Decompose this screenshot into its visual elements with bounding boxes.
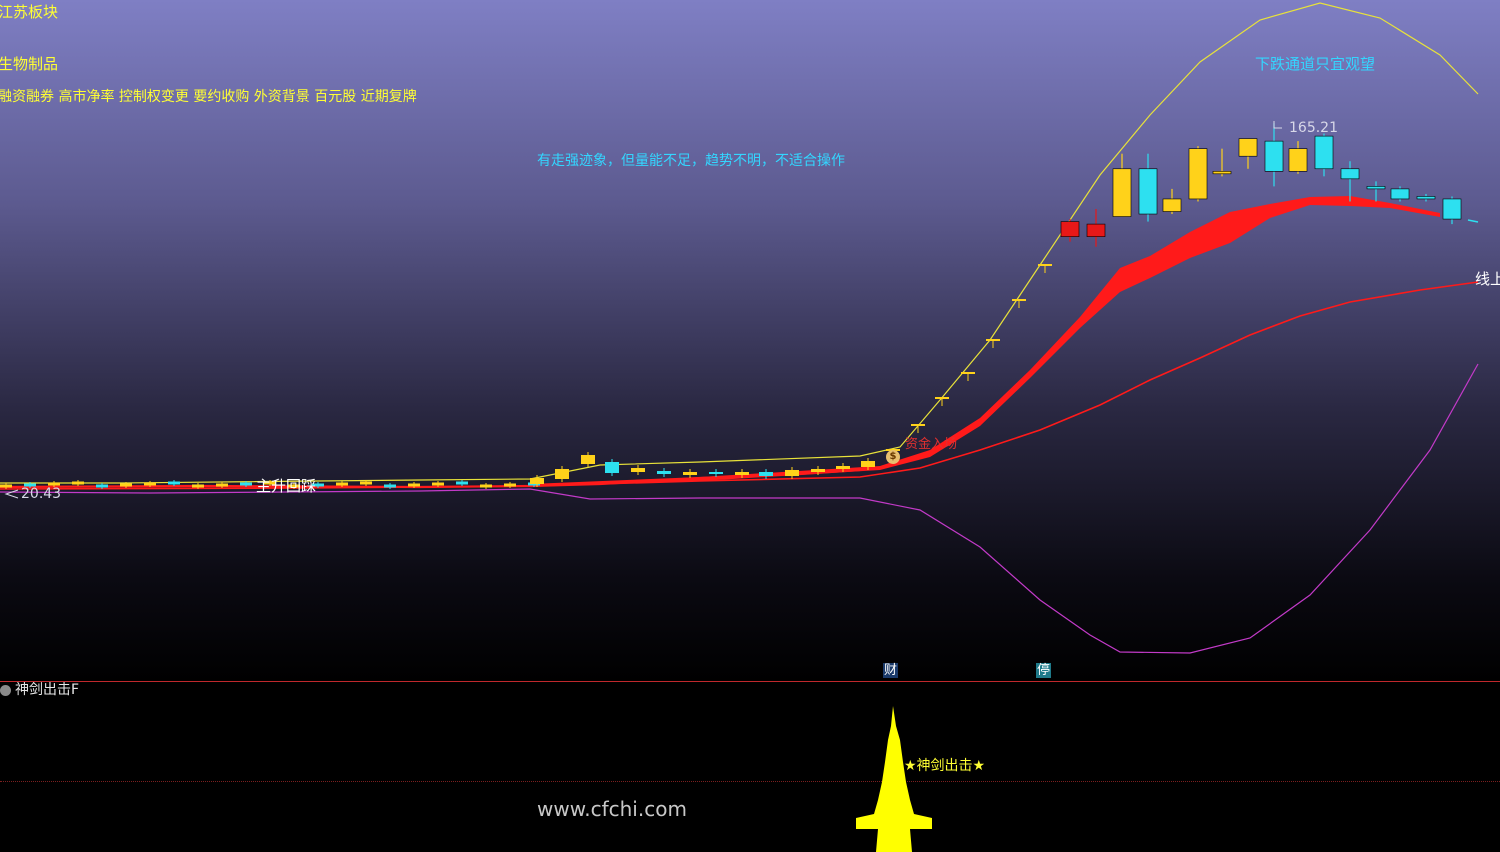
candle-body — [1060, 221, 1080, 237]
candlesticks — [0, 123, 1462, 489]
candle-body — [120, 483, 132, 487]
candle-body — [360, 481, 372, 485]
concept-tags: 融资融券 高市净率 控制权变更 要约收购 外资背景 百元股 近期复牌 — [0, 89, 417, 105]
low-price-label: 20.43 — [21, 486, 62, 502]
candle-body — [384, 484, 396, 488]
candle-body — [432, 482, 444, 486]
candle-body — [168, 481, 180, 485]
candle-body — [336, 482, 348, 486]
candle-body — [1112, 168, 1132, 217]
candle-body — [504, 483, 516, 487]
candle-body — [72, 481, 84, 485]
candle-body — [1442, 198, 1462, 220]
lower-band-line — [0, 363, 1479, 654]
moving-averages — [0, 196, 1479, 490]
signal-label: ★神剑出击★ — [904, 758, 986, 774]
candle-body — [408, 483, 420, 487]
high-marker-tick — [1273, 121, 1282, 129]
line-above-label: 线上 — [1475, 270, 1500, 288]
candle-body — [1188, 148, 1208, 200]
candle-body — [530, 478, 544, 484]
candle-body — [1314, 135, 1334, 170]
candle-body — [1416, 196, 1436, 200]
suspension-marker[interactable]: 停 — [1036, 663, 1052, 678]
trend-commentary: 有走强迹象，但量能不足，趋势不明，不适合操作 — [537, 153, 845, 169]
candle-body — [836, 466, 850, 469]
kline-chart-panel[interactable]: 江苏板块 生物制品 融资融券 高市净率 控制权变更 要约收购 外资背景 百元股 … — [0, 0, 1500, 681]
indicator-panel[interactable]: 神剑出击F ★神剑出击★ www.cfchi.com — [0, 682, 1500, 852]
candle-body — [240, 482, 252, 486]
watermark: www.cfchi.com — [537, 797, 687, 821]
candle-body — [683, 472, 697, 475]
candle-body — [1366, 186, 1386, 190]
sector-label: 江苏板块 — [0, 3, 59, 21]
capital-badge-icon[interactable]: $ — [886, 450, 900, 464]
ma-long-line — [0, 281, 1479, 490]
chart-marks — [4, 121, 1479, 499]
candle-body — [144, 482, 156, 486]
candle-body — [1288, 148, 1308, 172]
candle-body — [581, 455, 595, 464]
candle-body — [605, 462, 619, 473]
finance-marker[interactable]: 财 — [883, 663, 899, 678]
candle-body — [1340, 168, 1360, 180]
candle-body — [480, 484, 492, 488]
industry-label: 生物制品 — [0, 55, 59, 73]
high-price-label: 165.21 — [1289, 120, 1338, 136]
candle-body — [785, 470, 799, 476]
candle-body — [1238, 138, 1258, 157]
last-price-dash — [1467, 219, 1479, 223]
signal-sword-shape — [856, 706, 932, 852]
upper-band-line — [0, 2, 1479, 484]
low-marker-arrow — [4, 489, 19, 499]
candle-body — [0, 484, 12, 488]
candle-body — [631, 468, 645, 472]
pullback-label: 主升回踩 — [256, 477, 317, 495]
candle-body — [456, 481, 468, 485]
candle-body — [1086, 223, 1106, 237]
candle-body — [1264, 140, 1284, 172]
candle-body — [1162, 198, 1182, 212]
candle-body — [861, 461, 875, 467]
capital-entry-label: 资金入场 — [905, 437, 958, 452]
indicator-svg — [856, 706, 932, 852]
downtrend-note: 下跌通道只宜观望 — [1255, 55, 1376, 73]
candle-body — [759, 472, 773, 476]
candle-body — [192, 484, 204, 488]
candle-body — [96, 484, 108, 488]
ma-ribbon — [530, 196, 1440, 487]
candle-body — [657, 471, 671, 474]
candle-body — [216, 483, 228, 487]
candle-body — [811, 469, 825, 472]
candle-body — [735, 472, 749, 475]
candle-body — [555, 469, 569, 479]
candle-body — [1212, 170, 1232, 175]
candle-body — [709, 472, 723, 474]
candle-body — [1138, 168, 1158, 215]
candle-body — [1390, 188, 1410, 200]
